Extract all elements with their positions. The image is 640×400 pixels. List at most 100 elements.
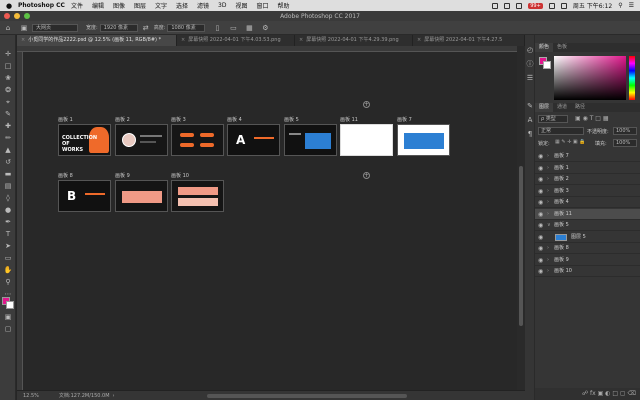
- path-select-tool-icon[interactable]: ➤: [3, 241, 13, 251]
- character-panel-icon[interactable]: A: [525, 115, 535, 125]
- lasso-tool-icon[interactable]: ❀: [3, 73, 13, 83]
- menu-window[interactable]: 窗口: [257, 1, 269, 10]
- visibility-eye-icon[interactable]: ◉: [538, 163, 543, 174]
- close-tab-icon[interactable]: ×: [299, 37, 303, 43]
- visibility-eye-icon[interactable]: ◉: [538, 151, 543, 162]
- close-tab-icon[interactable]: ×: [21, 37, 25, 43]
- dodge-tool-icon[interactable]: ●: [3, 205, 13, 215]
- wifi-icon[interactable]: [548, 2, 555, 9]
- menu-select[interactable]: 选择: [176, 1, 188, 10]
- tab-screenshot-2[interactable]: × 屏幕快照 2022-04-01 下午4.29.39.png: [295, 35, 413, 46]
- document-size[interactable]: 文档:127.2M/150.0M: [59, 392, 110, 399]
- artboard-label[interactable]: 画板 5: [284, 116, 299, 123]
- chevron-right-icon[interactable]: ›: [547, 174, 549, 185]
- artboard-11-selected[interactable]: [340, 124, 393, 156]
- chevron-right-icon[interactable]: ›: [547, 266, 549, 277]
- notification-badge[interactable]: 99+: [528, 2, 543, 9]
- visibility-eye-icon[interactable]: ◉: [538, 174, 543, 185]
- layer-row[interactable]: ◉ › 画板 9: [535, 255, 640, 266]
- vertical-scrollbar[interactable]: [517, 46, 525, 390]
- menu-layer[interactable]: 图层: [134, 1, 146, 10]
- artboard-label[interactable]: 画板 7: [397, 116, 412, 123]
- tab-channels[interactable]: 通道: [553, 103, 571, 112]
- visibility-eye-icon[interactable]: ◉: [538, 232, 543, 243]
- chevron-right-icon[interactable]: ›: [547, 186, 549, 197]
- tab-swatches[interactable]: 色板: [553, 43, 571, 52]
- layer-row[interactable]: ◉ › 画板 2: [535, 174, 640, 185]
- artboard-label[interactable]: 画板 10: [171, 172, 189, 179]
- close-tab-icon[interactable]: ×: [417, 37, 421, 43]
- gradient-tool-icon[interactable]: ▤: [3, 181, 13, 191]
- zoom-level[interactable]: 12.5%: [23, 393, 39, 399]
- canvas-area[interactable]: 画板 1 COLLECTION OF WORKS 画板 2 画板 3 画板 4 …: [23, 52, 517, 390]
- menu-3d[interactable]: 3D: [218, 2, 226, 9]
- status-icon[interactable]: [492, 2, 499, 9]
- layer-row[interactable]: ◉ 图层 5: [535, 232, 640, 243]
- artboard-label[interactable]: 画板 8: [58, 172, 73, 179]
- artboard-label[interactable]: 画板 9: [115, 172, 130, 179]
- paragraph-panel-icon[interactable]: ¶: [525, 129, 535, 139]
- artboard-4[interactable]: A: [227, 124, 280, 156]
- settings-icon[interactable]: ⚙: [261, 24, 269, 32]
- clone-stamp-tool-icon[interactable]: ▲: [3, 145, 13, 155]
- artboard-label[interactable]: 画板 2: [115, 116, 130, 123]
- artboard-2[interactable]: [115, 124, 168, 156]
- background-color-swatch[interactable]: [6, 301, 14, 309]
- artboard-label[interactable]: 画板 1: [58, 116, 73, 123]
- artboard-1[interactable]: COLLECTION OF WORKS: [58, 124, 111, 156]
- trash-icon[interactable]: ⌫: [628, 390, 636, 397]
- layer-row[interactable]: ◉ › 画板 3: [535, 186, 640, 197]
- menu-image[interactable]: 图像: [113, 1, 125, 10]
- app-menu[interactable]: Photoshop CC: [18, 2, 65, 9]
- add-artboard-above-icon[interactable]: +: [363, 101, 370, 108]
- tab-document-psd[interactable]: × 小觅同学的作品2222.psd @ 12.5% (画板 11, RGB/8#)…: [17, 35, 177, 46]
- visibility-eye-icon[interactable]: ◉: [538, 255, 543, 266]
- artboard-9[interactable]: [115, 180, 168, 212]
- chevron-right-icon[interactable]: ›: [547, 197, 549, 208]
- eyedropper-tool-icon[interactable]: ✎: [3, 109, 13, 119]
- horizontal-scrollbar[interactable]: [207, 394, 407, 398]
- info-panel-icon[interactable]: ⓘ: [525, 59, 535, 69]
- visibility-eye-icon[interactable]: ◉: [538, 243, 543, 254]
- search-icon[interactable]: ⚲: [618, 2, 622, 9]
- color-picker-field[interactable]: [554, 56, 626, 100]
- menu-list-icon[interactable]: ☰: [629, 2, 634, 9]
- size-preset-select[interactable]: 大网页: [32, 23, 78, 32]
- clock[interactable]: 周五 下午6:12: [573, 1, 612, 10]
- width-field[interactable]: 1920 像素: [99, 23, 138, 32]
- crop-tool-icon[interactable]: ⌖: [3, 97, 13, 107]
- history-brush-tool-icon[interactable]: ↺: [3, 157, 13, 167]
- artboard-label[interactable]: 画板 3: [171, 116, 186, 123]
- menu-help[interactable]: 帮助: [278, 1, 290, 10]
- visibility-eye-icon[interactable]: ◉: [538, 209, 543, 220]
- layer-row[interactable]: ◉ › 画板 10: [535, 266, 640, 277]
- layer-row[interactable]: ◉ › 画板 11: [535, 208, 640, 220]
- home-icon[interactable]: ⌂: [4, 24, 12, 32]
- tab-paths[interactable]: 路径: [571, 103, 589, 112]
- status-icon[interactable]: [516, 2, 523, 9]
- status-icon[interactable]: [504, 2, 511, 9]
- chevron-right-icon[interactable]: ›: [547, 209, 549, 220]
- history-panel-icon[interactable]: ◴: [525, 45, 535, 55]
- hue-slider[interactable]: [629, 56, 635, 100]
- visibility-eye-icon[interactable]: ◉: [538, 197, 543, 208]
- chevron-right-icon[interactable]: ›: [547, 163, 549, 174]
- add-artboard-below-icon[interactable]: +: [363, 172, 370, 179]
- properties-panel-icon[interactable]: ☰: [525, 73, 535, 83]
- eraser-tool-icon[interactable]: ▬: [3, 169, 13, 179]
- layer-filter-select[interactable]: ρ 类型: [538, 115, 568, 123]
- menu-file[interactable]: 文件: [71, 1, 83, 10]
- visibility-eye-icon[interactable]: ◉: [538, 186, 543, 197]
- artboard-5[interactable]: [284, 124, 337, 156]
- layer-row[interactable]: ◉ ∨ 画板 5: [535, 220, 640, 231]
- apple-icon[interactable]: ●: [4, 2, 14, 10]
- move-tool-icon[interactable]: ✛: [3, 49, 13, 59]
- landscape-icon[interactable]: ▭: [229, 24, 237, 32]
- artboard-label[interactable]: 画板 11: [340, 116, 358, 123]
- zoom-tool-icon[interactable]: ⚲: [3, 277, 13, 287]
- blend-mode-select[interactable]: 正常: [538, 127, 584, 135]
- add-artboard-icon[interactable]: ▦: [245, 24, 253, 32]
- chevron-right-icon[interactable]: ›: [547, 243, 549, 254]
- marquee-tool-icon[interactable]: □: [3, 61, 13, 71]
- hand-tool-icon[interactable]: ✋: [3, 265, 13, 275]
